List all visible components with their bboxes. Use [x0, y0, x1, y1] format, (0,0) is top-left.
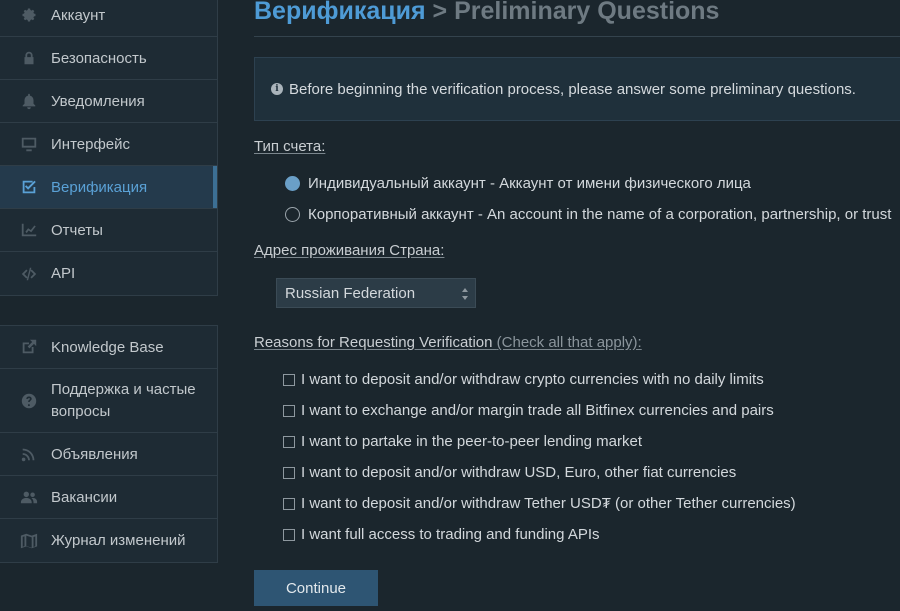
reasons-label: Reasons for Requesting Verification (Che…	[254, 334, 642, 351]
sidebar-item-knowledge-base[interactable]: Knowledge Base	[0, 326, 217, 369]
radio-label: Индивидуальный аккаунт - Аккаунт от имен…	[308, 175, 751, 192]
sidebar-item-label: Поддержка и частые вопросы	[51, 380, 196, 420]
sidebar-item-label: Аккаунт	[51, 6, 106, 24]
sidebar-item-support[interactable]: Поддержка и частые вопросы	[0, 369, 217, 433]
sidebar-item-verification[interactable]: Верификация	[0, 166, 217, 209]
sidebar-item-label: Отчеты	[51, 221, 103, 239]
rss-icon	[19, 444, 39, 464]
sidebar-item-reports[interactable]: Отчеты	[0, 209, 217, 252]
sidebar-item-label: Knowledge Base	[51, 338, 164, 356]
continue-button[interactable]: Continue	[254, 570, 378, 606]
sidebar-item-changelog[interactable]: Журнал изменений	[0, 519, 217, 562]
sidebar-item-account[interactable]: Аккаунт	[0, 0, 217, 37]
radio-button[interactable]	[285, 207, 300, 222]
checkbox-label: I want to deposit and/or withdraw crypto…	[301, 371, 764, 388]
sidebar-item-notifications[interactable]: Уведомления	[0, 80, 217, 123]
breadcrumb-link[interactable]: Верификация	[254, 0, 426, 25]
sidebar-item-label: Уведомления	[51, 92, 145, 110]
checkbox[interactable]	[283, 466, 295, 479]
sidebar-item-label: API	[51, 265, 76, 282]
question-icon	[19, 391, 39, 411]
chart-icon	[19, 220, 39, 240]
support-nav: Knowledge Base Поддержка и частые вопрос…	[0, 325, 218, 563]
checkbox-label: I want to deposit and/or withdraw USD, E…	[301, 464, 737, 481]
sidebar-item-label: Объявления	[51, 445, 138, 463]
checkbox[interactable]	[283, 373, 295, 386]
country-select[interactable]: Russian Federation	[276, 278, 476, 308]
checkbox-label: I want to deposit and/or withdraw Tether…	[301, 495, 796, 512]
map-icon	[19, 531, 39, 551]
info-text: Before beginning the verification proces…	[289, 80, 856, 98]
checkbox[interactable]	[283, 404, 295, 417]
checkbox-label: I want to exchange and/or margin trade a…	[301, 402, 774, 419]
page-subtitle: Preliminary Questions	[454, 0, 720, 25]
sidebar-item-api[interactable]: API	[0, 252, 217, 295]
sidebar-item-label: Журнал изменений	[51, 532, 186, 549]
code-icon	[19, 264, 39, 284]
checkbox[interactable]	[283, 497, 295, 510]
sidebar-item-label: Безопасность	[51, 49, 147, 67]
checkbox[interactable]	[283, 435, 295, 448]
reason-checkbox-tether[interactable]: I want to deposit and/or withdraw Tether…	[283, 495, 796, 512]
bell-icon	[19, 91, 39, 111]
checkbox[interactable]	[283, 528, 295, 541]
radio-corporate[interactable]: Корпоративный аккаунт - An account in th…	[285, 206, 891, 223]
sidebar-item-careers[interactable]: Вакансии	[0, 476, 217, 519]
reason-checkbox-api[interactable]: I want full access to trading and fundin…	[283, 526, 600, 543]
users-icon	[19, 487, 39, 507]
reasons-hint: (Check all that apply):	[496, 334, 642, 351]
reason-checkbox-lending[interactable]: I want to partake in the peer-to-peer le…	[283, 433, 642, 450]
checkbox-label: I want full access to trading and fundin…	[301, 526, 600, 543]
lock-icon	[19, 48, 39, 68]
radio-label: Корпоративный аккаунт - An account in th…	[308, 206, 892, 223]
info-alert: i Before beginning the verification proc…	[254, 57, 900, 121]
checkbox-label: I want to partake in the peer-to-peer le…	[301, 433, 643, 450]
radio-button-checked[interactable]	[285, 176, 300, 191]
country-selected-value: Russian Federation	[285, 284, 416, 302]
gear-icon	[19, 5, 39, 25]
title-divider	[254, 36, 900, 37]
sidebar-item-security[interactable]: Безопасность	[0, 37, 217, 80]
radio-individual[interactable]: Индивидуальный аккаунт - Аккаунт от имен…	[285, 175, 751, 192]
checkbox-icon	[19, 177, 39, 197]
reason-checkbox-trading[interactable]: I want to exchange and/or margin trade a…	[283, 402, 774, 419]
sidebar-item-announcements[interactable]: Объявления	[0, 433, 217, 476]
page-title: Верификация > Preliminary Questions	[254, 0, 719, 26]
info-icon: i	[271, 83, 283, 95]
sidebar-item-interface[interactable]: Интерфейс	[0, 123, 217, 166]
sidebar-item-label: Интерфейс	[51, 135, 131, 153]
sidebar-item-label: Вакансии	[51, 488, 118, 506]
country-label: Адрес проживания Страна:	[254, 242, 445, 259]
reason-checkbox-crypto[interactable]: I want to deposit and/or withdraw crypto…	[283, 371, 764, 388]
account-type-label: Тип счета:	[254, 138, 326, 155]
select-arrows-icon	[462, 288, 468, 300]
breadcrumb-separator: >	[425, 0, 455, 25]
sidebar-item-label: Верификация	[51, 178, 148, 196]
reasons-label-text: Reasons for Requesting Verification	[254, 334, 493, 351]
reason-checkbox-fiat[interactable]: I want to deposit and/or withdraw USD, E…	[283, 464, 736, 481]
monitor-icon	[19, 134, 39, 154]
external-link-icon	[19, 337, 39, 357]
account-nav: Аккаунт Безопасность Уведомления Интерфе…	[0, 0, 218, 296]
